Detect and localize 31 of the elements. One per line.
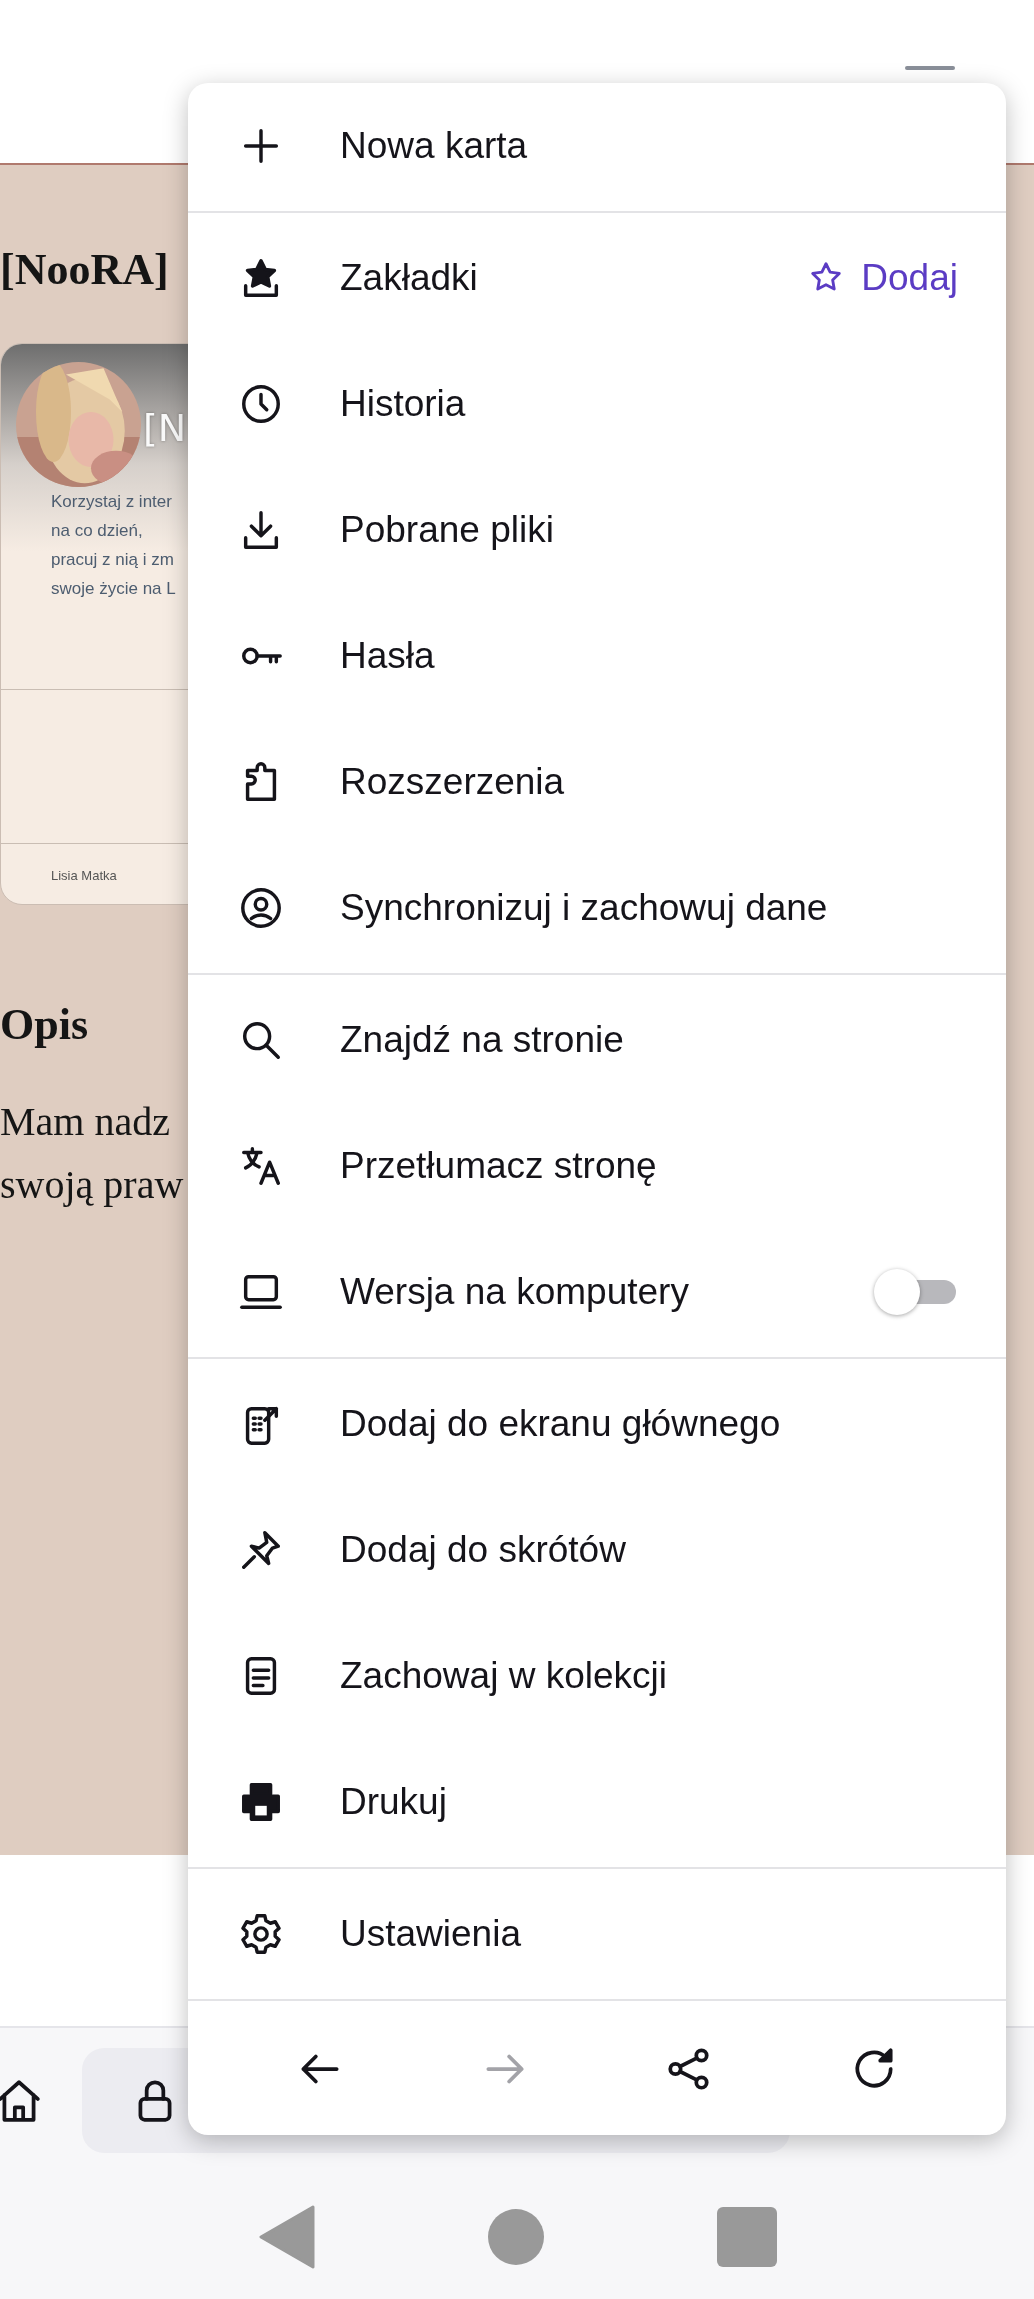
menu-item[interactable]: Zachowaj w kolekcji — [188, 1613, 1006, 1739]
toggle-switch[interactable] — [874, 1269, 958, 1315]
menu-item[interactable]: Historia — [188, 341, 1006, 467]
menu-item[interactable]: Synchronizuj i zachowuj dane — [188, 845, 1006, 971]
card-text-line: na co dzień, — [51, 520, 144, 542]
add-bookmark-button[interactable]: Dodaj — [807, 257, 958, 299]
recents-icon[interactable] — [717, 2207, 778, 2267]
menu-item[interactable]: Znajdź na stronie — [188, 977, 1006, 1103]
menu-item[interactable]: Dodaj do ekranu głównego — [188, 1361, 1006, 1487]
menu-item[interactable]: Przetłumacz stronę — [188, 1103, 1006, 1229]
menu-item[interactable]: Dodaj do skrótów — [188, 1487, 1006, 1613]
paragraph-line: Mam nadz — [0, 1098, 170, 1146]
card-text-line: Korzystaj z inter — [51, 491, 173, 513]
settings-icon — [238, 1911, 284, 1957]
page-title: [NooRA] — [0, 245, 169, 295]
paragraph-line: swoją praw — [0, 1161, 184, 1209]
card-text-line: pracuj z nią i zm — [51, 549, 175, 571]
menu-item[interactable]: Rozszerzenia — [188, 719, 1006, 845]
home-button-icon[interactable] — [488, 2209, 544, 2265]
menu-item[interactable]: Pobrane pliki — [188, 467, 1006, 593]
menu-item[interactable]: Wersja na komputery — [188, 1229, 1006, 1355]
menu-item[interactable]: Zakładki Dodaj — [188, 215, 1006, 341]
account-icon — [238, 885, 284, 931]
menu-item[interactable]: Drukuj — [188, 1739, 1006, 1865]
menu-item[interactable]: Nowa karta — [188, 83, 1006, 209]
menu-item[interactable]: Ustawienia — [188, 1871, 1006, 1997]
section-heading: Opis — [0, 999, 89, 1051]
author-name: Lisia Matka — [50, 867, 118, 883]
card-heading: [N — [143, 406, 187, 450]
menu-item[interactable]: Hasła — [188, 593, 1006, 719]
card-text-line: swoje życie na L — [51, 578, 176, 600]
